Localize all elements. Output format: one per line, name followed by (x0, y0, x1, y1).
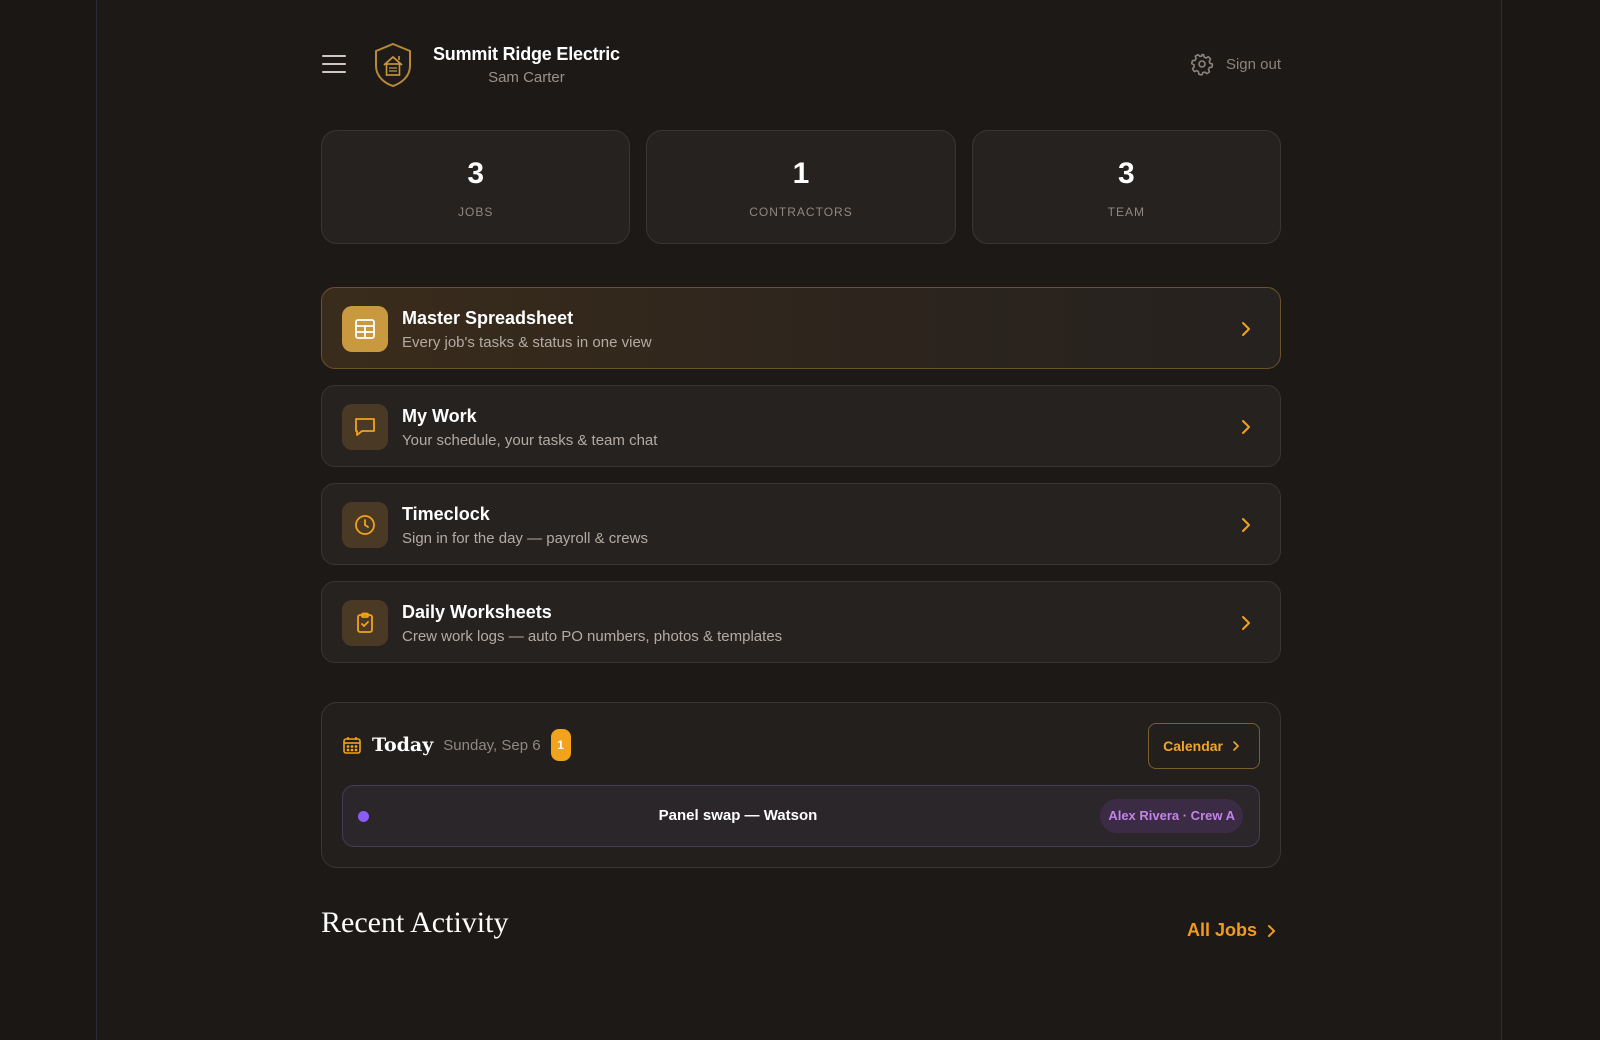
brand-block: Summit Ridge Electric Sam Carter (433, 44, 620, 86)
nav-icon-wrap (342, 306, 388, 352)
stat-value: 3 (467, 157, 484, 190)
nav-subtitle: Every job's tasks & status in one view (402, 334, 652, 351)
nav-icon-wrap (342, 404, 388, 450)
nav-icon-wrap (342, 502, 388, 548)
stats-row: 3 JOBS 1 CONTRACTORS 3 TEAM (321, 130, 1281, 244)
today-panel: Today Sunday, Sep 6 1 Calendar Panel swa… (321, 702, 1281, 868)
stat-label: JOBS (457, 205, 494, 219)
shield-house-icon (375, 42, 411, 88)
nav-title: My Work (402, 406, 477, 426)
table-icon (355, 319, 375, 339)
nav-cards: Master Spreadsheet Every job's tasks & s… (321, 287, 1281, 679)
event-title: Panel swap — Watson (658, 807, 818, 824)
all-jobs-link[interactable]: All Jobs (1187, 920, 1277, 941)
clipboard-check-icon (357, 612, 373, 633)
event-assignee-chip: Alex Rivera · Crew A (1100, 799, 1243, 833)
gear-icon[interactable] (1190, 52, 1214, 76)
company-logo (373, 42, 413, 88)
calendar-button-label: Calendar (1163, 738, 1223, 754)
chevron-right-icon (1242, 322, 1250, 336)
event-item[interactable]: Panel swap — Watson Alex Rivera · Crew A (342, 785, 1260, 847)
chevron-right-icon (1242, 420, 1250, 434)
header: Summit Ridge Electric Sam Carter Sign ou… (321, 40, 1281, 90)
company-name: Summit Ridge Electric (433, 44, 620, 64)
nav-card-timeclock[interactable]: Timeclock Sign in for the day — payroll … (321, 483, 1281, 565)
nav-title: Daily Worksheets (402, 602, 552, 622)
hamburger-icon (322, 55, 346, 73)
chevron-right-icon (1233, 741, 1239, 751)
chevron-right-icon (1242, 616, 1250, 630)
stat-card-jobs[interactable]: 3 JOBS (321, 130, 631, 244)
chat-icon (355, 418, 375, 436)
today-header: Today Sunday, Sep 6 1 (342, 729, 571, 761)
stat-value: 3 (1117, 157, 1135, 190)
chevron-right-icon (1268, 924, 1275, 937)
nav-card-daily-worksheets[interactable]: Daily Worksheets Crew work logs — auto P… (321, 581, 1281, 663)
nav-subtitle: Crew work logs — auto PO numbers, photos… (402, 628, 783, 645)
calendar-button[interactable]: Calendar (1148, 723, 1260, 769)
user-name: Sam Carter (488, 69, 565, 86)
stat-label: CONTRACTORS (749, 205, 853, 219)
header-actions: Sign out (1190, 52, 1281, 76)
sign-out-link[interactable]: Sign out (1226, 56, 1281, 73)
calendar-icon (343, 737, 361, 754)
stat-label: TEAM (1107, 205, 1145, 219)
chevron-right-icon (1242, 518, 1250, 532)
all-jobs-label: All Jobs (1186, 920, 1257, 940)
app-frame: Summit Ridge Electric Sam Carter Sign ou… (96, 0, 1502, 1040)
stat-card-contractors[interactable]: 1 CONTRACTORS (646, 130, 956, 244)
today-title: Today (372, 734, 434, 756)
nav-card-my-work[interactable]: My Work Your schedule, your tasks & team… (321, 385, 1281, 467)
stat-card-team[interactable]: 3 TEAM (971, 130, 1281, 244)
clock-icon (355, 515, 375, 535)
menu-button[interactable] (321, 52, 347, 76)
nav-subtitle: Your schedule, your tasks & team chat (402, 432, 658, 449)
nav-icon-wrap (342, 600, 388, 646)
nav-title: Timeclock (402, 504, 490, 524)
nav-card-master-spreadsheet[interactable]: Master Spreadsheet Every job's tasks & s… (321, 287, 1281, 369)
nav-title: Master Spreadsheet (402, 308, 574, 328)
today-date: Sunday, Sep 6 (443, 736, 541, 754)
recent-activity-heading: Recent Activity (321, 906, 509, 939)
stat-value: 1 (792, 157, 810, 190)
nav-subtitle: Sign in for the day — payroll & crews (402, 530, 648, 547)
today-count-badge: 1 (550, 729, 571, 761)
